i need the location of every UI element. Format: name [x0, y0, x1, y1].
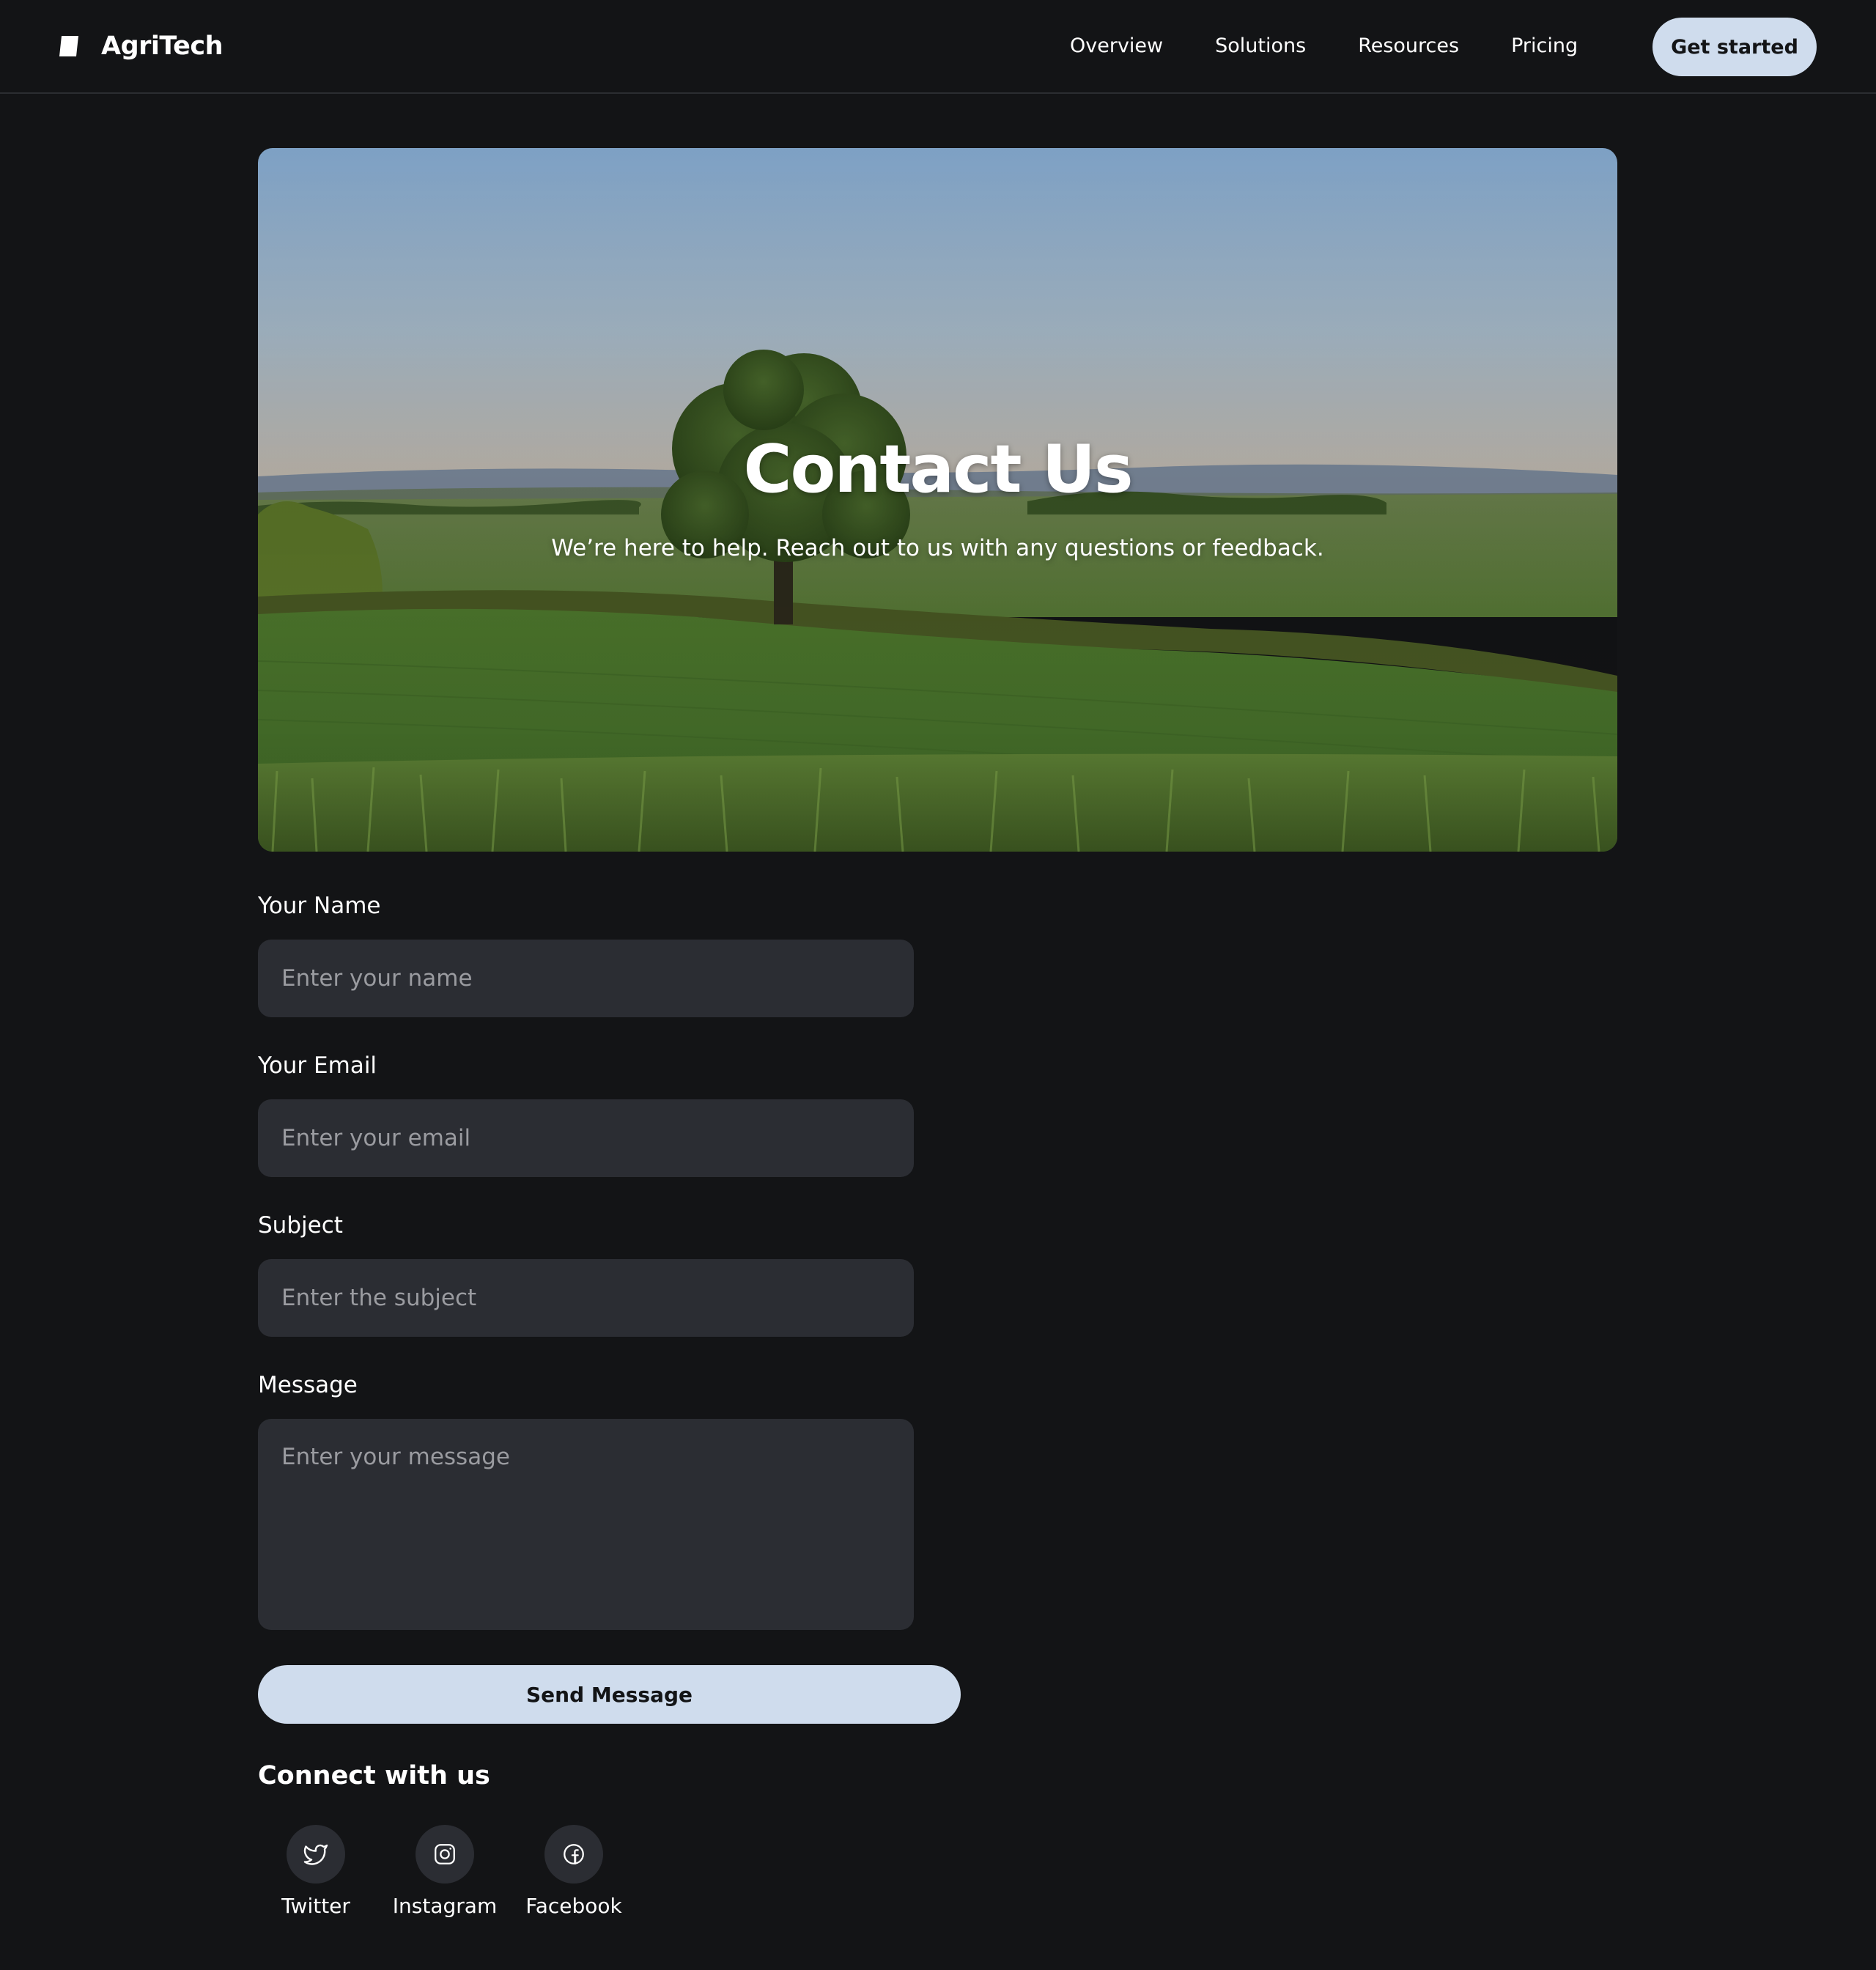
brand-name: AgriTech [101, 32, 224, 61]
connect-heading: Connect with us [258, 1761, 490, 1790]
main-nav: Overview Solutions Resources Pricing [1070, 0, 1578, 91]
top-nav-bar: AgriTech Overview Solutions Resources Pr… [0, 0, 1876, 94]
nav-link-pricing[interactable]: Pricing [1511, 34, 1578, 57]
instagram-button[interactable] [416, 1825, 474, 1884]
brand-mark-icon [59, 36, 78, 56]
page-subtitle: We’re here to help. Reach out to us with… [551, 535, 1324, 561]
email-label: Your Email [258, 1052, 377, 1079]
instagram-label: Instagram [392, 1894, 498, 1918]
get-started-button[interactable]: Get started [1652, 18, 1817, 76]
brand-logo[interactable]: AgriTech [59, 29, 224, 63]
nav-link-overview[interactable]: Overview [1070, 34, 1163, 57]
subject-label: Subject [258, 1212, 343, 1239]
facebook-icon [564, 1844, 584, 1864]
name-input[interactable] [258, 940, 914, 1017]
social-link-instagram[interactable]: Instagram [386, 1825, 503, 1918]
nav-link-resources[interactable]: Resources [1358, 34, 1459, 57]
page-title: Contact Us [743, 431, 1133, 508]
instagram-icon [435, 1844, 455, 1864]
hero-banner: Contact Us We’re here to help. Reach out… [258, 148, 1617, 852]
message-textarea[interactable] [258, 1419, 914, 1630]
social-link-twitter[interactable]: Twitter [257, 1825, 374, 1918]
facebook-button[interactable] [544, 1825, 603, 1884]
send-message-button[interactable]: Send Message [258, 1665, 961, 1724]
nav-link-solutions[interactable]: Solutions [1215, 34, 1306, 57]
facebook-label: Facebook [525, 1894, 622, 1918]
twitter-icon [303, 1844, 328, 1865]
email-input[interactable] [258, 1099, 914, 1177]
social-link-facebook[interactable]: Facebook [515, 1825, 632, 1918]
subject-input[interactable] [258, 1259, 914, 1337]
twitter-button[interactable] [287, 1825, 345, 1884]
message-label: Message [258, 1372, 358, 1398]
twitter-label: Twitter [281, 1894, 350, 1918]
name-label: Your Name [258, 893, 381, 919]
